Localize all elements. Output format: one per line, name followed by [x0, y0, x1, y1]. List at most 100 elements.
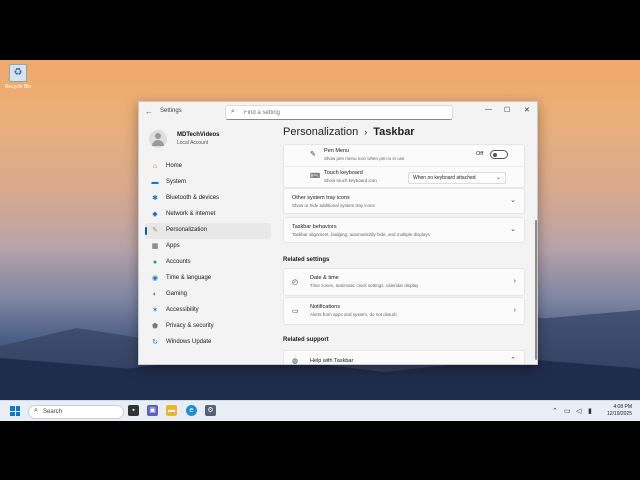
sidebar-item-windows-update[interactable]: ↻ Windows Update [145, 335, 271, 351]
taskbar-search-label: Search [43, 409, 63, 415]
sidebar-item-label: Gaming [166, 291, 188, 297]
sidebar-item-label: Bluetooth & devices [166, 195, 220, 201]
battery-icon[interactable]: ▮ [588, 407, 592, 415]
close-button[interactable]: ✕ [524, 106, 530, 114]
notifications-subtitle: Alerts from apps and system, do not dist… [310, 312, 397, 317]
bluetooth-icon: ✱ [152, 195, 158, 202]
pen-menu-row: ✎ Pen Menu Show pen menu icon when pen i… [284, 145, 524, 165]
sidebar-item-accessibility[interactable]: ✶ Accessibility [145, 303, 271, 319]
chevron-up-icon[interactable]: ⌃ [552, 407, 558, 415]
accessibility-icon: ✶ [152, 307, 158, 314]
sidebar-nav: ⌂ Home ▬ System ✱ Bluetooth & devices ◆ Network… [145, 159, 271, 351]
file-explorer-icon[interactable]: ▬ [166, 405, 177, 416]
touch-keyboard-title: Touch keyboard [324, 170, 363, 176]
recycle-bin-label: Recycle Bin [4, 84, 32, 90]
globe-icon: ◍ [292, 358, 299, 364]
breadcrumb-parent[interactable]: Personalization [283, 126, 358, 138]
settings-app-icon[interactable]: ⚙ [205, 405, 216, 416]
minimize-button[interactable]: — [485, 106, 492, 113]
touch-keyboard-row: ⌨ Touch keyboard Show touch keyboard ico… [284, 166, 524, 187]
related-settings-heading: Related settings [283, 257, 330, 263]
pen-menu-toggle[interactable] [490, 150, 508, 159]
touch-keyboard-dropdown[interactable]: When no keyboard attached ⌄ [408, 172, 506, 184]
date-time-link[interactable]: ◴ Date & time Time zones, automatic cloc… [283, 268, 525, 296]
behaviors-subtitle: Taskbar alignment, badging, automaticall… [292, 232, 430, 237]
help-title: Help with Taskbar [310, 358, 354, 364]
search-icon: ⌕ [34, 407, 38, 414]
edge-icon[interactable]: e [186, 405, 197, 416]
volume-icon[interactable]: ◁ [576, 407, 581, 415]
other-tray-subtitle: Show or hide additional system tray icon… [292, 203, 375, 208]
help-with-taskbar-row[interactable]: ◍ Help with Taskbar ⌃ [283, 350, 525, 364]
teams-icon[interactable]: ▣ [147, 405, 158, 416]
sidebar-item-accounts[interactable]: ● Accounts [145, 255, 271, 271]
sidebar-item-system[interactable]: ▬ System [145, 175, 271, 191]
keyboard-icon: ⌨ [310, 173, 321, 180]
sidebar-item-label: Time & language [166, 275, 212, 281]
search-input[interactable] [242, 107, 446, 119]
sidebar-item-label: Personalization [166, 227, 208, 233]
chevron-down-icon: ⌄ [495, 175, 501, 181]
sidebar-item-bluetooth-devices[interactable]: ✱ Bluetooth & devices [145, 191, 271, 207]
clock[interactable]: 4:08 PM 12/19/2025 [607, 404, 632, 418]
settings-window: ← Settings ⌕ — ☐ ✕ MDTechVideos Local Ac… [138, 101, 538, 365]
apps-icon: ▦ [151, 243, 159, 250]
back-arrow-icon[interactable]: ← [145, 107, 153, 116]
sidebar-item-gaming[interactable]: ◐ Gaming [145, 287, 271, 303]
taskbar-behaviors-row[interactable]: Taskbar behaviors Taskbar alignment, bad… [283, 217, 525, 243]
scrollbar[interactable] [535, 220, 537, 360]
start-button[interactable] [10, 406, 20, 416]
clock-date: 12/19/2025 [606, 411, 632, 417]
sidebar-item-time-language[interactable]: ◉ Time & language [145, 271, 271, 287]
taskbar-search[interactable]: ⌕ Search [28, 405, 124, 419]
related-support-heading: Related support [283, 337, 329, 343]
sidebar-item-label: Apps [166, 243, 180, 249]
sidebar-item-privacy-security[interactable]: ⬟ Privacy & security [145, 319, 271, 335]
sidebar-item-home[interactable]: ⌂ Home [145, 159, 271, 175]
breadcrumb-separator: › [364, 127, 368, 137]
brush-icon: ✎ [152, 227, 158, 234]
accounts-icon: ● [152, 259, 158, 266]
main-content: Personalization › Taskbar ✎ Pen Menu Show … [279, 122, 537, 364]
sidebar-item-label: Network & internet [166, 211, 216, 217]
touch-keyboard-value: When no keyboard attached [413, 175, 476, 181]
other-tray-icons-row[interactable]: Other system tray icons Show or hide add… [283, 188, 525, 214]
sidebar-item-personalization[interactable]: ✎ Personalization [145, 223, 271, 239]
notifications-title: Notifications [310, 304, 340, 310]
date-time-title: Date & time [310, 275, 339, 281]
sidebar-item-label: System [166, 179, 187, 185]
recycle-bin-shortcut[interactable]: ♻ Recycle Bin [4, 64, 32, 90]
settings-search-box[interactable]: ⌕ [225, 105, 453, 120]
window-title: Settings [160, 108, 182, 114]
sidebar-item-network-internet[interactable]: ◆ Network & internet [145, 207, 271, 223]
task-view-icon[interactable]: ▪ [128, 405, 139, 416]
chevron-up-icon: ⌃ [510, 357, 516, 364]
taskbar: ⌕ Search ▪ ▣ ▬ e ⚙ ⌃ ▭ ◁ ▮ 4:08 PM 12/19… [0, 400, 640, 421]
title-bar: ← Settings ⌕ — ☐ ✕ [139, 102, 537, 122]
sidebar-item-label: Accessibility [166, 307, 199, 313]
sidebar-item-label: Home [166, 163, 183, 169]
clock-time: 4:08 PM [613, 404, 632, 410]
sidebar-item-apps[interactable]: ▦ Apps [145, 239, 271, 255]
page-title: Taskbar [373, 126, 415, 138]
sidebar-item-label: Windows Update [166, 339, 212, 345]
chevron-right-icon: › [513, 307, 516, 314]
network-icon: ◆ [152, 211, 158, 218]
avatar [149, 130, 167, 148]
system-tray-icons-card: ✎ Pen Menu Show pen menu icon when pen i… [283, 144, 525, 188]
notifications-link[interactable]: ▭ Notifications Alerts from apps and sys… [283, 297, 525, 325]
maximize-button[interactable]: ☐ [504, 106, 510, 114]
network-icon[interactable]: ▭ [564, 407, 571, 415]
pen-menu-toggle-label: Off [476, 151, 484, 157]
sidebar: MDTechVideos Local Account ⌂ Home ▬ System ✱… [139, 122, 279, 364]
sidebar-item-label: Privacy & security [166, 323, 214, 329]
search-icon: ⌕ [231, 108, 235, 115]
update-icon: ↻ [152, 339, 158, 346]
recycle-bin-icon: ♻ [9, 64, 27, 82]
other-tray-title: Other system tray icons [292, 195, 350, 201]
shield-icon: ⬟ [151, 323, 159, 330]
system-icon: ▬ [151, 179, 159, 186]
pen-menu-subtitle: Show pen menu icon when pen is in use [324, 156, 405, 161]
chevron-down-icon: ⌄ [510, 197, 516, 204]
sidebar-item-label: Accounts [166, 259, 191, 265]
